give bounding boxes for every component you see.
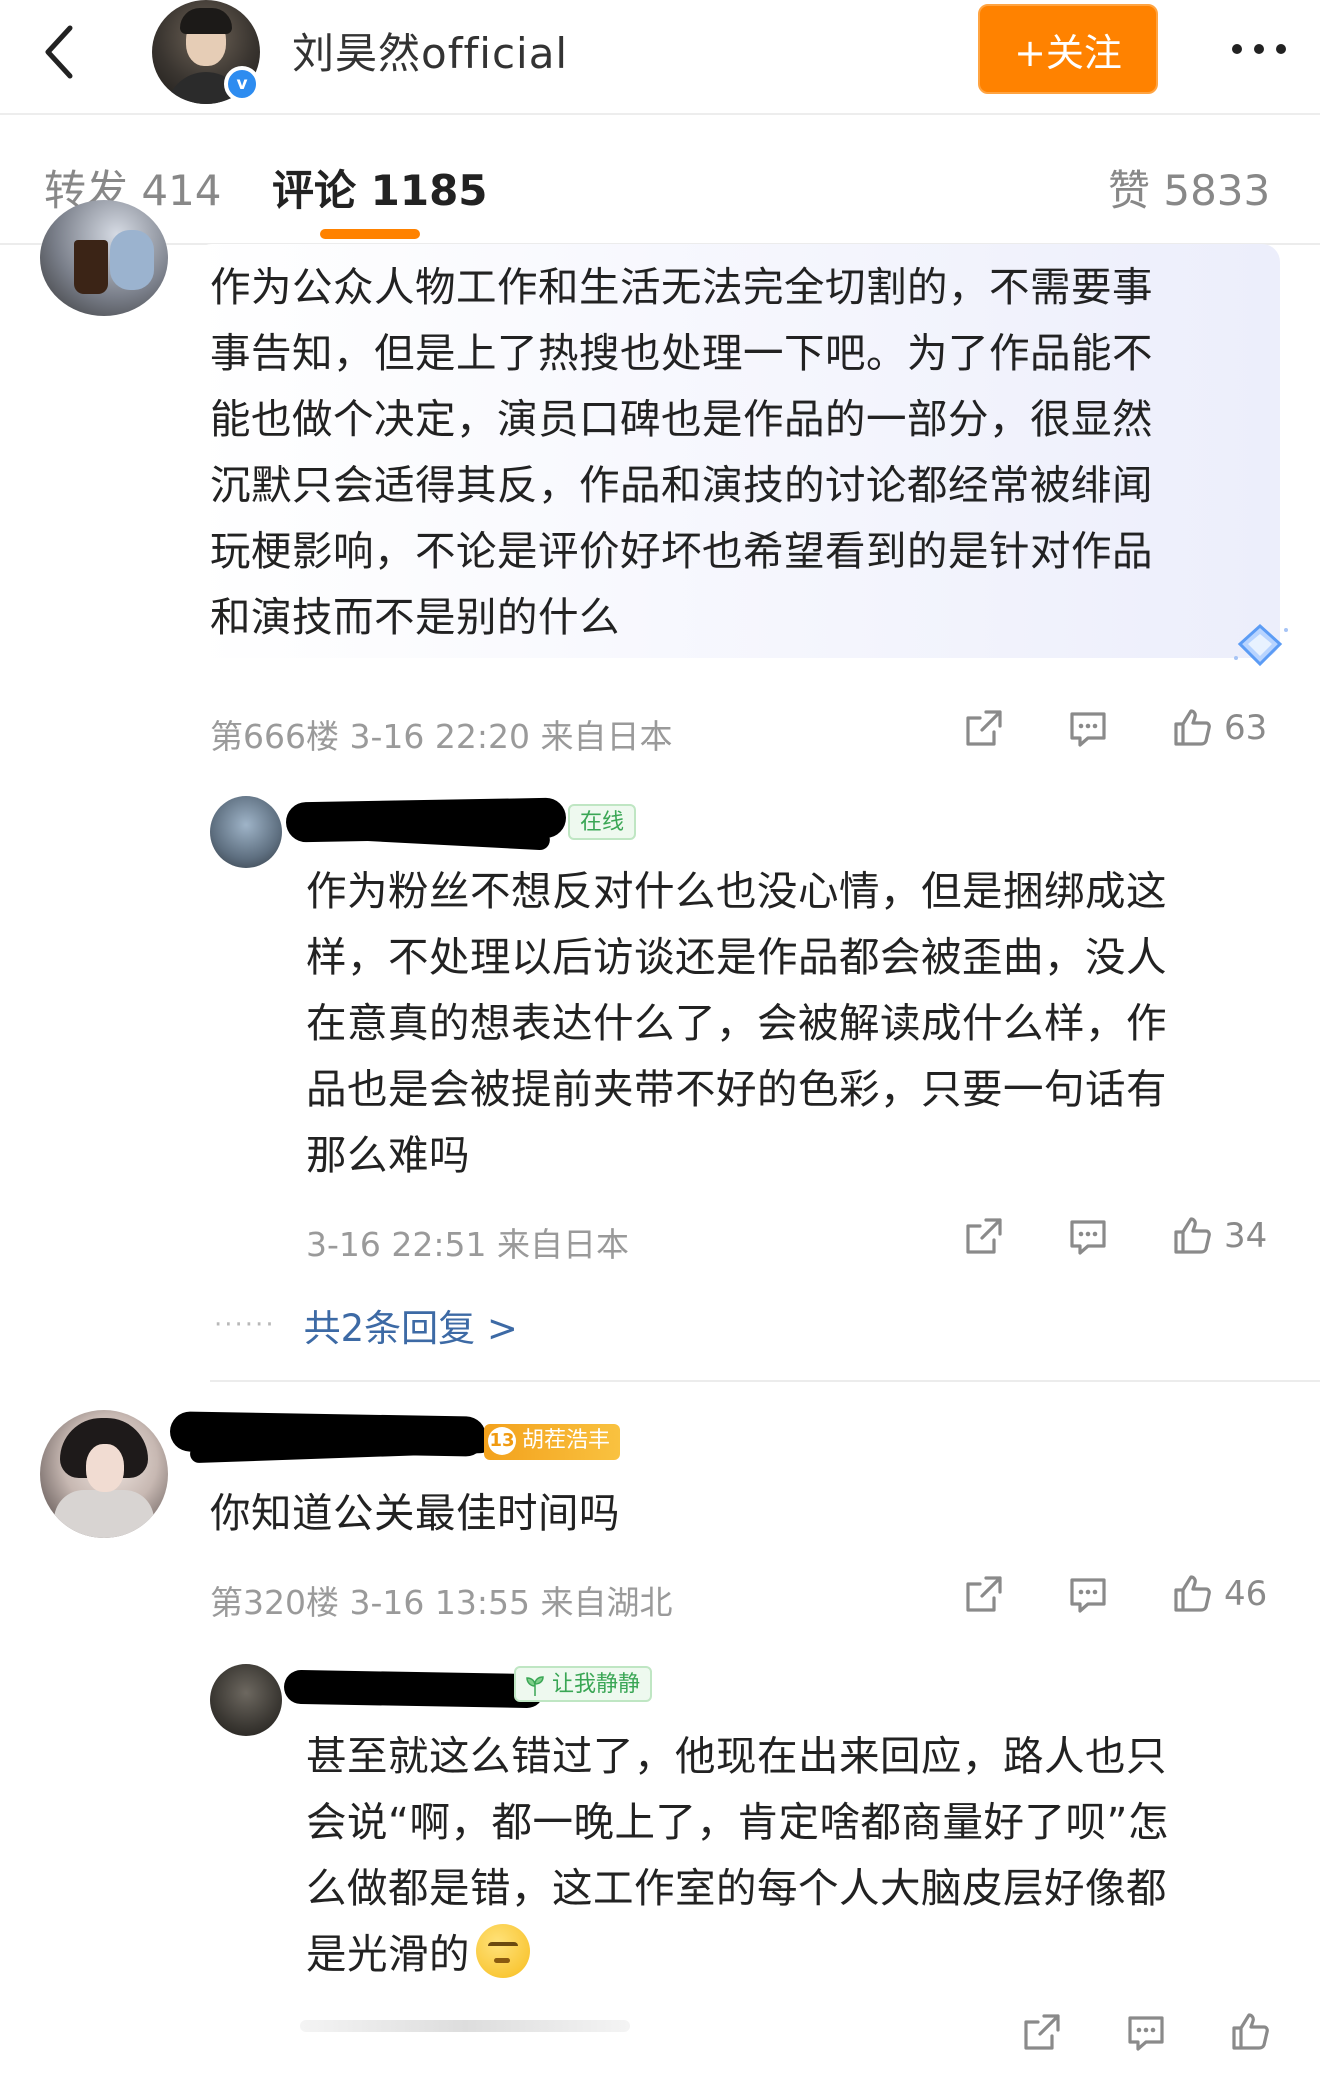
reply-button[interactable]	[1066, 706, 1110, 750]
comment-text: 你知道公关最佳时间吗	[210, 1489, 620, 1537]
reply-actions	[1020, 2010, 1272, 2054]
like-count: 34	[1224, 1216, 1268, 1256]
reply-button[interactable]	[1124, 2010, 1168, 2054]
like-button[interactable]: 34	[1170, 1214, 1267, 1258]
comment-meta: 第666楼 3-16 22:20 来自日本	[210, 717, 673, 756]
diamond-sparkle-icon	[1234, 623, 1288, 667]
reply-text: 作为粉丝不想反对什么也没心情，但是捆绑成这 样，不处理以后访谈还是作品都会被歪曲…	[306, 867, 1167, 1179]
comment-actions: 63	[962, 706, 1267, 750]
top-bar: v 刘昊然official +关注	[0, 0, 1320, 115]
share-icon	[966, 1576, 1002, 1612]
like-button[interactable]: 46	[1170, 1572, 1267, 1616]
more-replies-label: 共2条回复 >	[303, 1307, 518, 1350]
dotted-leader: ······	[214, 1310, 276, 1340]
truncated-meta-placeholder	[300, 2020, 630, 2032]
view-more-replies-link[interactable]: ······ 共2条回复 >	[214, 1298, 518, 1352]
reply-button[interactable]	[1066, 1214, 1110, 1258]
comment-text: 作为公众人物工作和生活无法完全切割的，不需要事 事告知，但是上了热搜也处理一下吧…	[210, 263, 1153, 641]
share-button[interactable]	[1020, 2010, 1064, 2054]
reply-actions: 34	[962, 1214, 1267, 1258]
like-button[interactable]: 63	[1170, 706, 1267, 750]
follow-button[interactable]: +关注	[978, 4, 1158, 94]
share-icon	[966, 710, 1002, 746]
comment-bubble-icon	[1070, 1578, 1106, 1613]
thumbs-up-icon	[1232, 2013, 1269, 2050]
tab-comments[interactable]: 评论 1185	[272, 157, 488, 218]
commenter-avatar[interactable]	[40, 200, 168, 316]
comment-divider	[210, 1380, 1320, 1382]
thumbs-up-icon	[1174, 1575, 1211, 1612]
comment-bubble-icon	[1128, 2016, 1164, 2051]
fan-badge-label: 胡茬浩丰	[522, 1428, 611, 1453]
fan-level-icon: 13	[488, 1427, 516, 1455]
more-options-button[interactable]	[1204, 24, 1314, 74]
share-icon	[1024, 2014, 1060, 2050]
dot-icon	[1232, 44, 1242, 54]
replier-avatar[interactable]	[210, 796, 282, 868]
like-button[interactable]	[1228, 2010, 1272, 2054]
dot-icon	[1276, 44, 1286, 54]
dot-icon	[1254, 44, 1264, 54]
squint-emoji-icon	[476, 1924, 530, 1978]
sprout-icon	[526, 1676, 544, 1696]
comment-bubble-icon	[1070, 1220, 1106, 1255]
reply-button[interactable]	[1066, 1572, 1110, 1616]
redacted-username	[283, 1669, 545, 1709]
chevron-left-icon	[45, 25, 73, 79]
reply-text: 甚至就这么错过了，他现在出来回应，路人也只 会说“啊，都一晚上了，肯定啥都商量好…	[306, 1723, 1286, 1987]
back-button[interactable]	[30, 22, 90, 82]
share-button[interactable]	[962, 706, 1006, 750]
comment-bubble-icon	[1070, 712, 1106, 747]
online-status-badge: 在线	[568, 804, 637, 840]
reply-meta: 3-16 22:51 来自日本	[306, 1225, 629, 1264]
fan-badge: 13 胡茬浩丰	[484, 1424, 621, 1460]
commenter-avatar[interactable]	[40, 1410, 168, 1538]
share-icon	[966, 1218, 1002, 1254]
share-button[interactable]	[962, 1214, 1006, 1258]
verified-badge-icon: v	[224, 66, 260, 102]
like-count: 63	[1224, 708, 1268, 748]
replier-avatar[interactable]	[210, 1664, 282, 1736]
like-count: 46	[1224, 1574, 1268, 1614]
page-title[interactable]: 刘昊然official	[292, 20, 568, 81]
active-tab-indicator	[320, 229, 420, 239]
thumbs-up-icon	[1174, 1217, 1211, 1254]
tab-bar: 转发 414 评论 1185 赞 5833	[0, 117, 1320, 245]
reply-text-content: 甚至就这么错过了，他现在出来回应，路人也只 会说“啊，都一晚上了，肯定啥都商量好…	[306, 1732, 1169, 1978]
thumbs-up-icon	[1174, 709, 1211, 746]
comment-actions: 46	[962, 1572, 1267, 1616]
comment-meta: 第320楼 3-16 13:55 来自湖北	[210, 1583, 673, 1622]
fan-badge-label: 让我静静	[552, 1672, 641, 1697]
share-button[interactable]	[962, 1572, 1006, 1616]
fan-badge: 让我静静	[514, 1666, 653, 1702]
tab-likes[interactable]: 赞 5833	[1108, 157, 1270, 218]
